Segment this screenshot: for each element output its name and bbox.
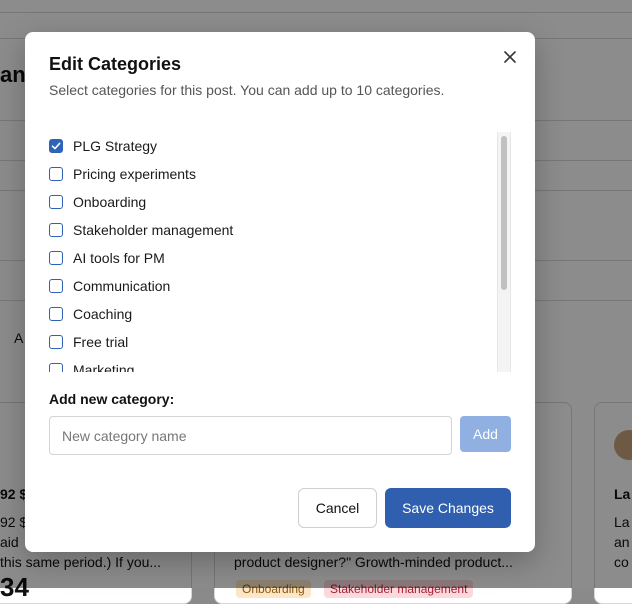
- category-label: Onboarding: [73, 194, 147, 210]
- category-item[interactable]: Communication: [49, 272, 489, 300]
- category-label: AI tools for PM: [73, 250, 165, 266]
- category-item[interactable]: Marketing: [49, 356, 489, 372]
- category-item[interactable]: Pricing experiments: [49, 160, 489, 188]
- checkbox[interactable]: [49, 167, 63, 181]
- category-label: Pricing experiments: [73, 166, 196, 182]
- cancel-button[interactable]: Cancel: [298, 488, 377, 528]
- check-icon: [51, 142, 61, 150]
- dialog-title: Edit Categories: [49, 54, 182, 74]
- category-label: Free trial: [73, 334, 129, 350]
- checkbox[interactable]: [49, 223, 63, 237]
- new-category-input[interactable]: [49, 416, 452, 455]
- add-category-label: Add new category:: [49, 391, 175, 407]
- category-item[interactable]: Onboarding: [49, 188, 489, 216]
- category-item[interactable]: PLG Strategy: [49, 132, 489, 160]
- category-label: Marketing: [73, 362, 135, 372]
- close-button[interactable]: [501, 48, 519, 66]
- checkbox[interactable]: [49, 335, 63, 349]
- category-list-scrollbar[interactable]: [497, 132, 511, 372]
- category-list: PLG Strategy Pricing experiments Onboardin…: [49, 132, 511, 372]
- scrollbar-thumb[interactable]: [501, 136, 507, 290]
- checkbox[interactable]: [49, 251, 63, 265]
- save-changes-button[interactable]: Save Changes: [385, 488, 511, 528]
- edit-categories-dialog: Edit Categories Select categories for th…: [25, 32, 535, 552]
- category-label: Stakeholder management: [73, 222, 234, 238]
- checkbox[interactable]: [49, 307, 63, 321]
- category-item[interactable]: Free trial: [49, 328, 489, 356]
- category-item[interactable]: AI tools for PM: [49, 244, 489, 272]
- checkbox[interactable]: [49, 363, 63, 372]
- category-item[interactable]: Coaching: [49, 300, 489, 328]
- checkbox-checked[interactable]: [49, 139, 63, 153]
- add-category-button[interactable]: Add: [460, 416, 511, 452]
- checkbox[interactable]: [49, 279, 63, 293]
- dialog-subtitle: Select categories for this post. You can…: [49, 82, 445, 98]
- category-label: Coaching: [73, 306, 133, 322]
- checkbox[interactable]: [49, 195, 63, 209]
- close-icon: [504, 51, 516, 63]
- category-label: PLG Strategy: [73, 138, 158, 154]
- category-item[interactable]: Stakeholder management: [49, 216, 489, 244]
- category-label: Communication: [73, 278, 171, 294]
